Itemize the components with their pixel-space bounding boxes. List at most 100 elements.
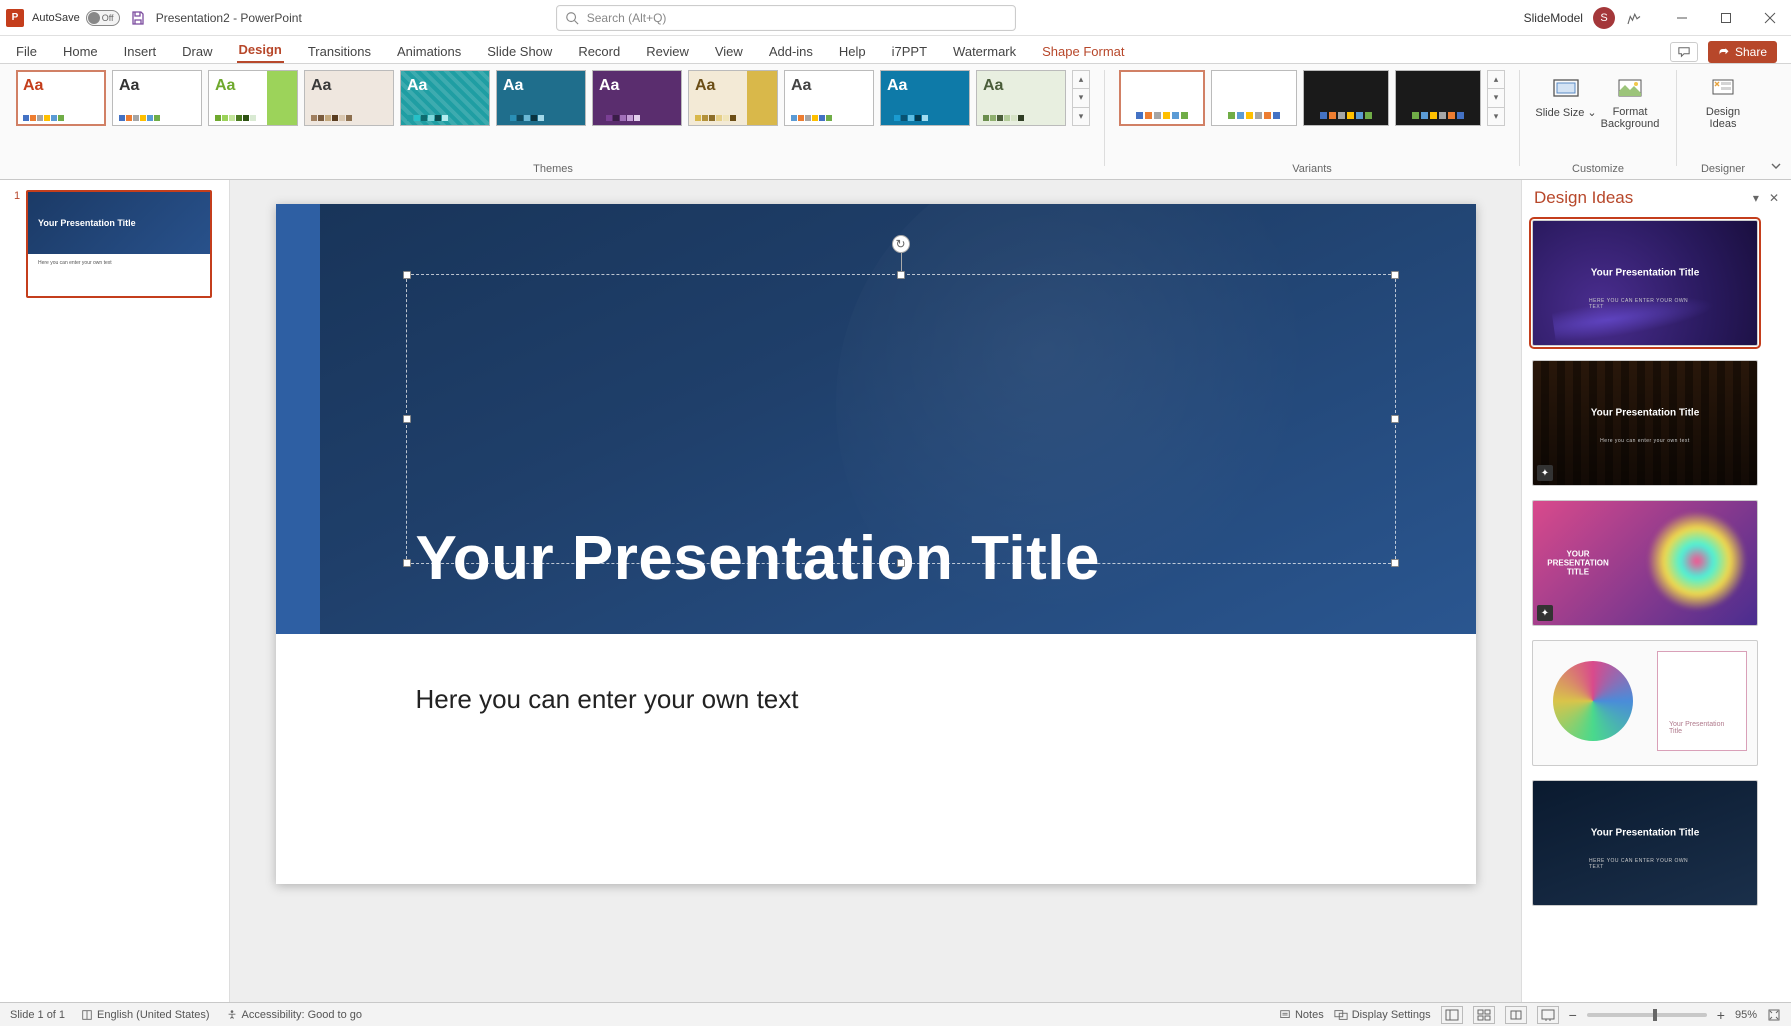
tab-shape-format[interactable]: Shape Format: [1040, 40, 1126, 63]
account-area: SlideModel S: [1524, 3, 1785, 33]
autosave-toggle[interactable]: AutoSave Off: [32, 10, 120, 26]
search-input[interactable]: Search (Alt+Q): [556, 5, 1016, 31]
design-idea-option[interactable]: Your Presentation Title: [1532, 640, 1758, 766]
tab-home[interactable]: Home: [61, 40, 100, 63]
design-idea-option[interactable]: Your Presentation TitleHERE YOU CAN ENTE…: [1532, 220, 1758, 346]
rotation-handle[interactable]: ↻: [892, 235, 910, 253]
zoom-in-button[interactable]: +: [1717, 1007, 1725, 1023]
user-avatar[interactable]: S: [1593, 7, 1615, 29]
resize-handle-e[interactable]: [1391, 415, 1399, 423]
ideas-list[interactable]: Your Presentation TitleHERE YOU CAN ENTE…: [1522, 212, 1791, 1002]
theme-option[interactable]: Aa: [592, 70, 682, 126]
ribbon-separator: [1104, 70, 1105, 166]
minimize-button[interactable]: [1667, 3, 1697, 33]
display-settings-button[interactable]: Display Settings: [1334, 1009, 1431, 1021]
theme-option[interactable]: Aa: [976, 70, 1066, 126]
tab-watermark[interactable]: Watermark: [951, 40, 1018, 63]
zoom-out-button[interactable]: −: [1569, 1007, 1577, 1023]
slide-thumbnail[interactable]: 1 Your Presentation Title Here you can e…: [26, 190, 221, 298]
slide-canvas[interactable]: Your Presentation Title Here you can ent…: [276, 204, 1476, 884]
book-icon: [81, 1009, 93, 1021]
tab-record[interactable]: Record: [576, 40, 622, 63]
resize-handle-se[interactable]: [1391, 559, 1399, 567]
tab-insert[interactable]: Insert: [122, 40, 159, 63]
thumb-title: Your Presentation Title: [38, 218, 136, 228]
design-idea-option[interactable]: Your Presentation TitleHere you can ente…: [1532, 360, 1758, 486]
tab-design[interactable]: Design: [237, 38, 284, 63]
tab-add-ins[interactable]: Add-ins: [767, 40, 815, 63]
premium-badge-icon: ✦: [1537, 465, 1553, 481]
maximize-button[interactable]: [1711, 3, 1741, 33]
designer-group: Design Ideas Designer: [1685, 70, 1761, 179]
share-button[interactable]: Share: [1708, 41, 1777, 63]
tab-file[interactable]: File: [14, 40, 39, 63]
comments-button[interactable]: [1670, 42, 1698, 62]
title-selection-box[interactable]: ↻: [406, 274, 1396, 564]
variant-option[interactable]: [1303, 70, 1389, 126]
theme-option[interactable]: Aa: [304, 70, 394, 126]
notes-button[interactable]: Notes: [1279, 1009, 1324, 1021]
coming-soon-icon[interactable]: [1625, 9, 1643, 27]
tab-slide-show[interactable]: Slide Show: [485, 40, 554, 63]
ribbon-separator: [1676, 70, 1677, 166]
design-ideas-button[interactable]: Design Ideas: [1691, 70, 1755, 130]
tab-animations[interactable]: Animations: [395, 40, 463, 63]
tab-help[interactable]: Help: [837, 40, 868, 63]
pane-close-button[interactable]: ✕: [1769, 191, 1779, 205]
slide-subtitle-text[interactable]: Here you can enter your own text: [416, 684, 799, 715]
variant-option[interactable]: [1211, 70, 1297, 126]
zoom-slider[interactable]: [1587, 1013, 1707, 1017]
slideshow-button[interactable]: [1537, 1006, 1559, 1024]
pane-options-button[interactable]: ▾: [1753, 191, 1759, 205]
design-idea-option[interactable]: YOUR PRESENTATION TITLE✦: [1532, 500, 1758, 626]
theme-option[interactable]: Aa: [16, 70, 106, 126]
zoom-level[interactable]: 95%: [1735, 1009, 1757, 1021]
slide-counter[interactable]: Slide 1 of 1: [10, 1009, 65, 1021]
tab-i7ppt[interactable]: i7PPT: [890, 40, 929, 63]
slide-accent-bar: [276, 204, 320, 634]
theme-option[interactable]: Aa: [496, 70, 586, 126]
resize-handle-n[interactable]: [897, 271, 905, 279]
resize-handle-ne[interactable]: [1391, 271, 1399, 279]
design-idea-option[interactable]: Your Presentation TitleHERE YOU CAN ENTE…: [1532, 780, 1758, 906]
resize-handle-nw[interactable]: [403, 271, 411, 279]
format-background-icon: [1616, 74, 1644, 102]
ribbon: AaAaAaAaAaAaAaAaAaAaAa▴▾▾ Themes ▴▾▾ Var…: [0, 64, 1791, 180]
close-button[interactable]: [1755, 3, 1785, 33]
tab-transitions[interactable]: Transitions: [306, 40, 373, 63]
document-title: Presentation2 - PowerPoint: [156, 11, 302, 25]
ribbon-separator: [1519, 70, 1520, 166]
resize-handle-w[interactable]: [403, 415, 411, 423]
save-icon[interactable]: [130, 10, 146, 26]
resize-handle-s[interactable]: [897, 559, 905, 567]
notes-icon: [1279, 1009, 1291, 1021]
fit-to-window-button[interactable]: [1767, 1008, 1781, 1022]
theme-option[interactable]: Aa: [880, 70, 970, 126]
reading-view-button[interactable]: [1505, 1006, 1527, 1024]
tab-review[interactable]: Review: [644, 40, 691, 63]
slide-editor[interactable]: Your Presentation Title Here you can ent…: [230, 180, 1521, 1002]
toggle-track[interactable]: Off: [86, 10, 120, 26]
theme-option[interactable]: Aa: [688, 70, 778, 126]
theme-option[interactable]: Aa: [784, 70, 874, 126]
tab-view[interactable]: View: [713, 40, 745, 63]
theme-option[interactable]: Aa: [208, 70, 298, 126]
language-button[interactable]: English (United States): [81, 1009, 210, 1021]
variant-option[interactable]: [1119, 70, 1205, 126]
collapse-ribbon-button[interactable]: [1769, 159, 1783, 173]
zoom-slider-thumb[interactable]: [1653, 1009, 1657, 1021]
format-background-button[interactable]: Format Background: [1598, 70, 1662, 130]
theme-option[interactable]: Aa: [400, 70, 490, 126]
resize-handle-sw[interactable]: [403, 559, 411, 567]
slide-thumbnail-panel: 1 Your Presentation Title Here you can e…: [0, 180, 230, 1002]
user-name[interactable]: SlideModel: [1524, 11, 1583, 25]
variant-option[interactable]: [1395, 70, 1481, 126]
accessibility-button[interactable]: Accessibility: Good to go: [226, 1009, 362, 1021]
tab-draw[interactable]: Draw: [180, 40, 214, 63]
variants-more-button[interactable]: ▴▾▾: [1487, 70, 1505, 126]
slide-sorter-button[interactable]: [1473, 1006, 1495, 1024]
themes-more-button[interactable]: ▴▾▾: [1072, 70, 1090, 126]
slide-size-button[interactable]: Slide Size ⌄: [1534, 70, 1598, 130]
theme-option[interactable]: Aa: [112, 70, 202, 126]
normal-view-button[interactable]: [1441, 1006, 1463, 1024]
